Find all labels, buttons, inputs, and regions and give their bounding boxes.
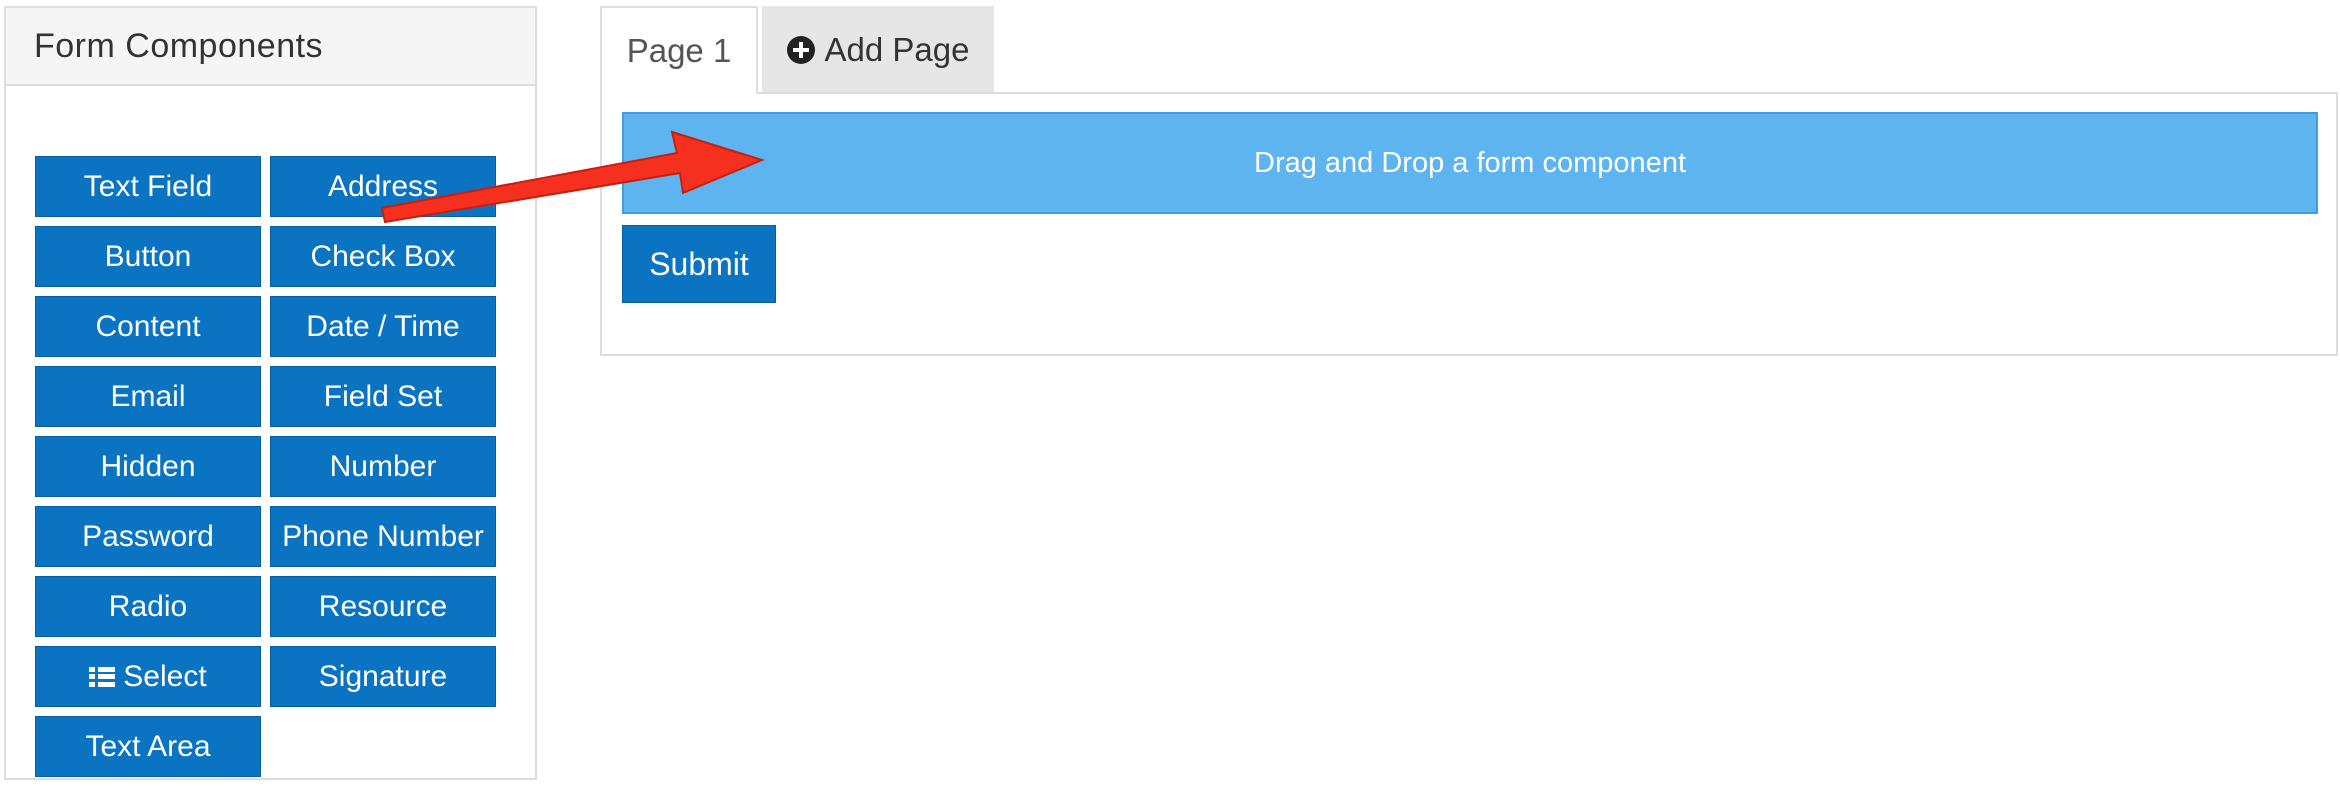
component-label: Content (95, 309, 201, 343)
component-label: Phone Number (282, 519, 484, 553)
dropzone-text: Drag and Drop a form component (1254, 146, 1686, 179)
component-label: Field Set (323, 379, 443, 413)
form-components-panel: Form Components Text Field Address Butto… (4, 6, 537, 780)
component-signature-button[interactable]: Signature (270, 646, 496, 707)
component-select-button[interactable]: Select (35, 646, 261, 707)
component-resource-button[interactable]: Resource (270, 576, 496, 637)
component-label: Select (123, 659, 207, 693)
component-label: Radio (108, 589, 188, 623)
component-phone-number-button[interactable]: Phone Number (270, 506, 496, 567)
component-label: Text Area (85, 729, 211, 763)
list-icon (89, 666, 116, 687)
component-label: Resource (318, 589, 448, 623)
component-date-time-button[interactable]: Date / Time (270, 296, 496, 357)
component-content-button[interactable]: Content (35, 296, 261, 357)
component-label: Text Field (83, 169, 213, 203)
submit-label: Submit (649, 245, 749, 282)
component-check-box-button[interactable]: Check Box (270, 226, 496, 287)
component-label: Password (82, 519, 214, 553)
tab-label: Add Page (824, 30, 970, 68)
component-address-button[interactable]: Address (270, 156, 496, 217)
component-hidden-button[interactable]: Hidden (35, 436, 261, 497)
dropzone[interactable]: Drag and Drop a form component (622, 112, 2318, 214)
component-label: Check Box (310, 239, 456, 273)
form-builder: Form Components Text Field Address Butto… (0, 0, 2340, 786)
tab-page-1[interactable]: Page 1 (600, 6, 758, 94)
component-text-area-button[interactable]: Text Area (35, 716, 261, 777)
component-text-field-button[interactable]: Text Field (35, 156, 261, 217)
component-email-button[interactable]: Email (35, 366, 261, 427)
component-label: Email (110, 379, 186, 413)
submit-button[interactable]: Submit (622, 225, 776, 303)
component-label: Button (104, 239, 192, 273)
tab-label: Page 1 (626, 32, 732, 69)
component-radio-button[interactable]: Radio (35, 576, 261, 637)
plus-circle-icon (786, 35, 815, 64)
component-label: Address (327, 169, 439, 203)
panel-title: Form Components (6, 8, 535, 86)
component-label: Date / Time (306, 309, 460, 343)
component-label: Number (329, 449, 437, 483)
component-password-button[interactable]: Password (35, 506, 261, 567)
component-button-button[interactable]: Button (35, 226, 261, 287)
component-number-button[interactable]: Number (270, 436, 496, 497)
component-label: Hidden (100, 449, 196, 483)
component-label: Signature (318, 659, 448, 693)
component-field-set-button[interactable]: Field Set (270, 366, 496, 427)
add-page-tab[interactable]: Add Page (762, 6, 994, 93)
